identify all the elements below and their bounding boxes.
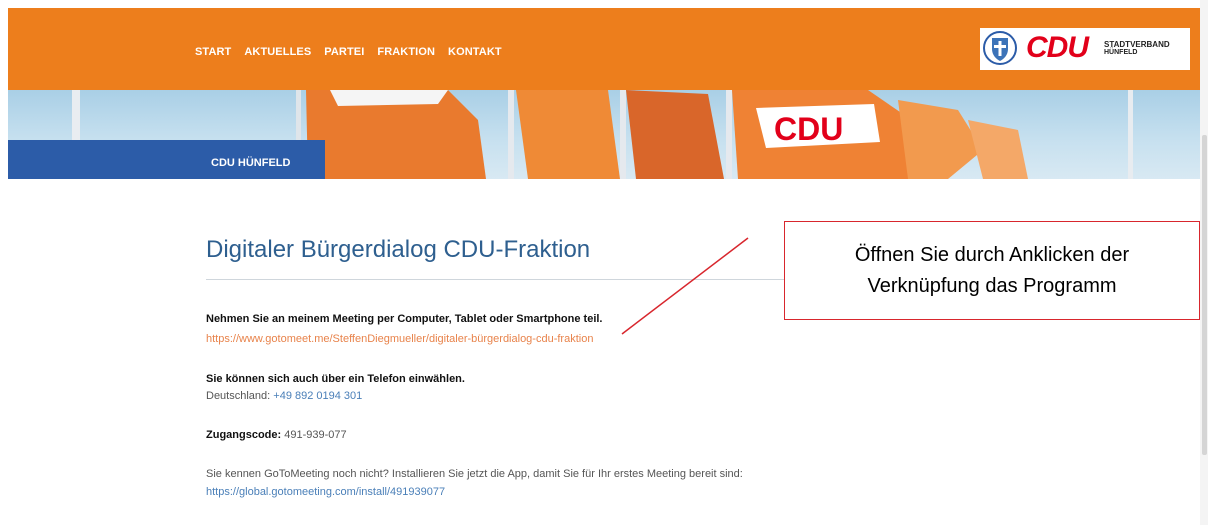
meeting-link[interactable]: https://www.gotomeet.me/SteffenDiegmuell… [206, 333, 593, 345]
phone-number-link[interactable]: +49 892 0194 301 [273, 390, 362, 402]
access-code-line: Zugangscode: 491-939-077 [206, 429, 347, 441]
phone-line: Deutschland: +49 892 0194 301 [206, 390, 362, 402]
shield-crest-icon [983, 31, 1017, 65]
annotation-line-1: Öffnen Sie durch Anklicken der [854, 244, 1130, 266]
meeting-intro: Nehmen Sie an meinem Meeting per Compute… [206, 313, 603, 325]
install-text: Sie kennen GoToMeeting noch nicht? Insta… [206, 468, 743, 480]
logo-huenfeld: HÜNFELD [1104, 49, 1138, 56]
section-tag: CDU HÜNFELD [8, 140, 325, 179]
annotation-line-2: Verknüpfung das Programm [867, 275, 1117, 297]
flag-cdu-text: CDU [774, 111, 843, 147]
nav-fraktion[interactable]: FRAKTION [377, 46, 435, 58]
page: START AKTUELLES PARTEI FRAKTION KONTAKT … [0, 0, 1208, 525]
nav-start[interactable]: START [195, 46, 231, 58]
nav-partei[interactable]: PARTEI [324, 46, 364, 58]
logo-cdu-text: CDU [1026, 31, 1089, 64]
access-code-value: 491-939-077 [284, 429, 347, 441]
access-code-label: Zugangscode: [206, 429, 282, 441]
scrollbar-thumb[interactable] [1202, 135, 1207, 455]
phone-intro: Sie können sich auch über ein Telefon ei… [206, 373, 465, 385]
annotation-callout: Öffnen Sie durch Anklicken der Verknüpfu… [784, 221, 1200, 320]
site-header: START AKTUELLES PARTEI FRAKTION KONTAKT … [8, 8, 1200, 90]
section-tag-label: CDU HÜNFELD [211, 157, 291, 169]
nav-kontakt[interactable]: KONTAKT [448, 46, 502, 58]
nav-aktuelles[interactable]: AKTUELLES [244, 46, 311, 58]
phone-country: Deutschland: [206, 390, 271, 402]
annotation-text: Öffnen Sie durch Anklicken der Verknüpfu… [785, 240, 1199, 302]
page-title: Digitaler Bürgerdialog CDU-Fraktion [206, 236, 591, 263]
cdu-logo[interactable]: CDU STADTVERBAND HÜNFELD [968, 26, 1200, 74]
install-link[interactable]: https://global.gotomeeting.com/install/4… [206, 486, 445, 498]
main-nav: START AKTUELLES PARTEI FRAKTION KONTAKT [195, 46, 502, 58]
